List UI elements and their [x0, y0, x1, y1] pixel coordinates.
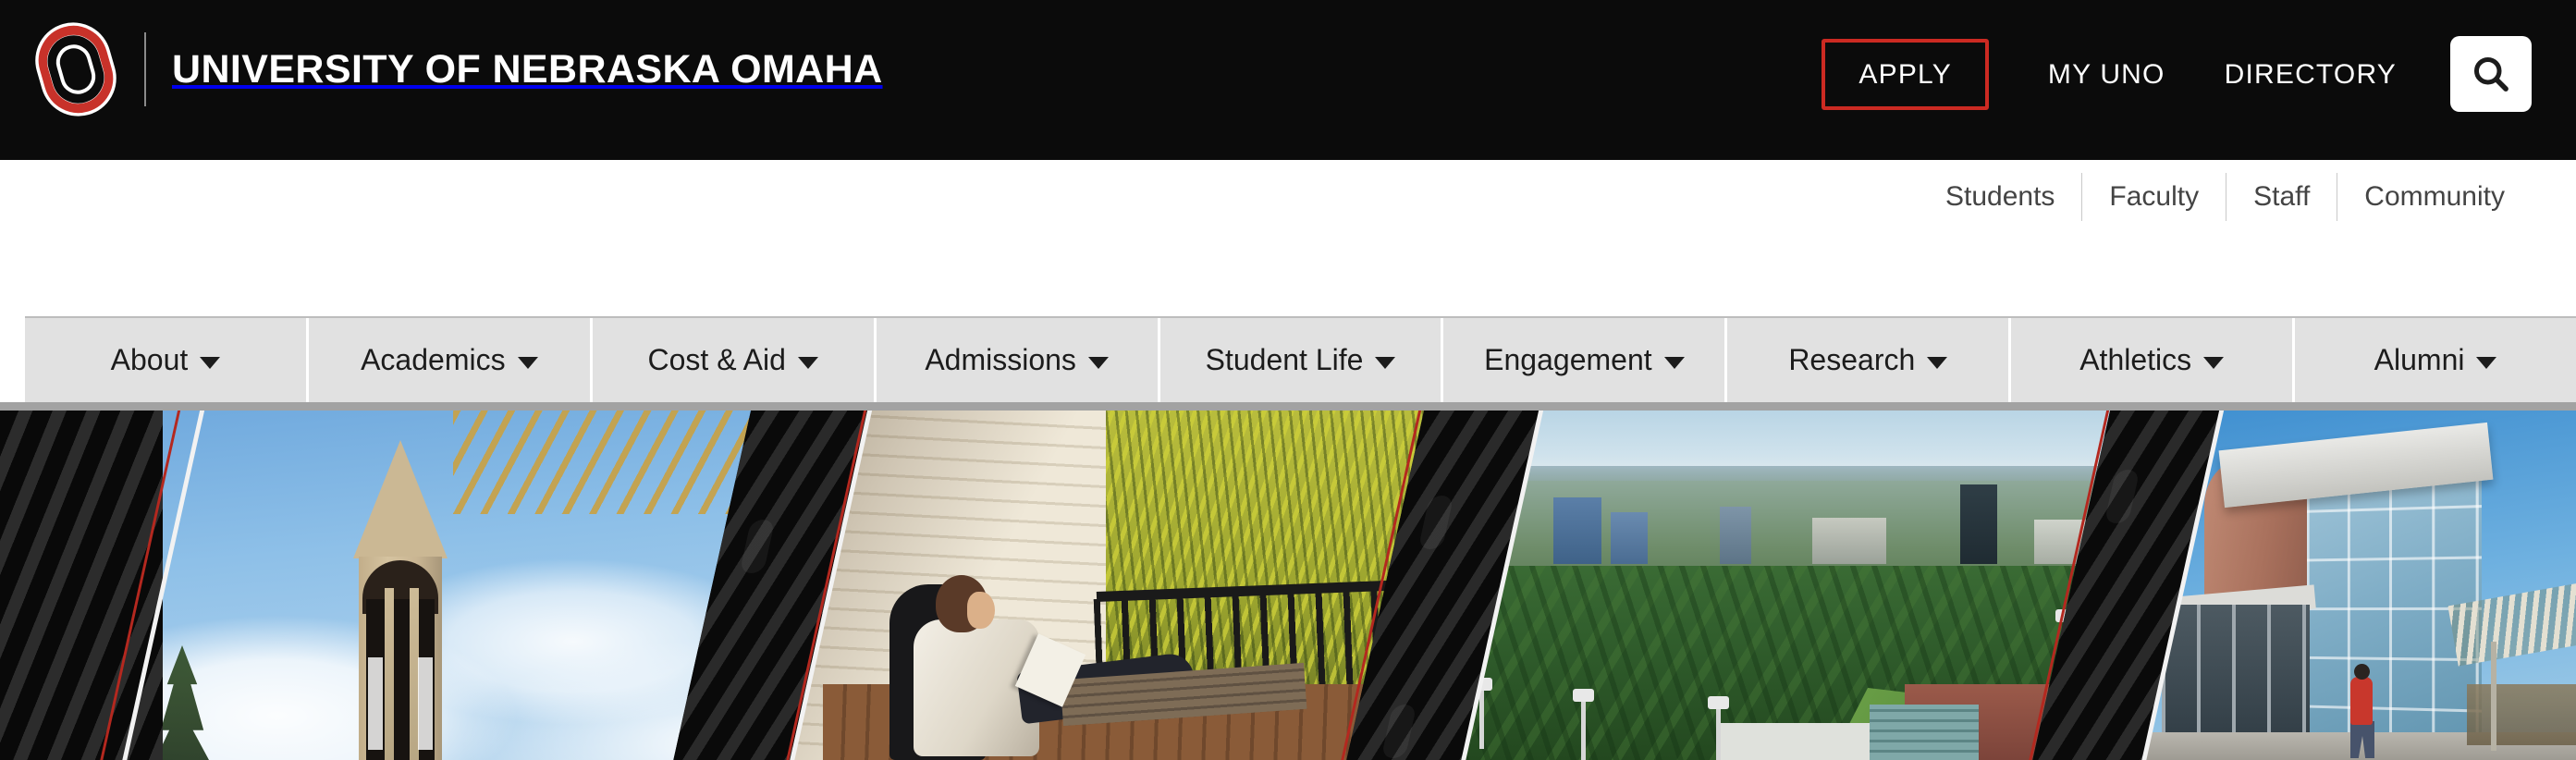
chevron-down-icon [1375, 357, 1396, 369]
audience-link-staff[interactable]: Staff [2226, 173, 2337, 221]
audience-link-faculty[interactable]: Faculty [2082, 173, 2226, 221]
chevron-down-icon [797, 357, 818, 369]
city-building [1960, 484, 1997, 564]
utility-link-directory[interactable]: DIRECTORY [2225, 39, 2397, 110]
uno-o-logo-icon [35, 22, 117, 116]
city-building [1611, 512, 1648, 564]
search-icon [2473, 56, 2509, 92]
city-building [1720, 507, 1751, 564]
nav-item-admissions[interactable]: Admissions [876, 318, 1160, 402]
nav-item-label: Admissions [925, 343, 1076, 376]
audience-link-community[interactable]: Community [2337, 173, 2532, 221]
site-header: UNIVERSITY OF NEBRASKA OMAHA APPLY MY UN… [0, 0, 2576, 160]
nav-item-label: Engagement [1484, 343, 1652, 376]
stadium-light [1573, 689, 1594, 760]
stadium-light [1471, 678, 1492, 749]
nav-item-label: Student Life [1205, 343, 1364, 376]
audience-nav: Students Faculty Staff Community [1919, 160, 2532, 234]
brand-divider [144, 32, 146, 106]
chevron-down-icon [1927, 357, 1948, 369]
audience-link-students[interactable]: Students [1919, 173, 2081, 221]
nav-item-label: Cost & Aid [647, 343, 786, 376]
nav-item-label: Research [1788, 343, 1916, 376]
chevron-down-icon [2476, 357, 2497, 369]
shrubs [2467, 684, 2576, 745]
chevron-down-icon [517, 357, 538, 369]
nav-item-athletics[interactable]: Athletics [2011, 318, 2296, 402]
nav-item-about[interactable]: About [25, 318, 309, 402]
nav-item-alumni[interactable]: Alumni [2295, 318, 2576, 402]
nav-underbar [0, 402, 2576, 411]
nav-item-cost-and-aid[interactable]: Cost & Aid [592, 318, 877, 402]
nav-item-student-life[interactable]: Student Life [1159, 318, 1444, 402]
chevron-down-icon [1087, 357, 1109, 369]
city-building [1812, 518, 1886, 564]
utility-link-my-uno[interactable]: MY UNO [2048, 39, 2165, 110]
walking-student-head [2354, 664, 2370, 680]
pergola-post [2491, 642, 2496, 751]
nav-item-academics[interactable]: Academics [308, 318, 593, 402]
student-face [967, 592, 995, 629]
main-navigation: About Academics Cost & Aid Admissions St… [25, 316, 2576, 402]
chevron-down-icon [200, 357, 221, 369]
chevron-down-icon [1663, 357, 1685, 369]
nav-item-label: Alumni [2374, 343, 2465, 376]
glass-facade-building [1870, 705, 1979, 760]
nav-item-label: Athletics [2079, 343, 2192, 376]
nav-item-label: About [110, 343, 189, 376]
site-title: UNIVERSITY OF NEBRASKA OMAHA [172, 46, 883, 92]
chevron-down-icon [2203, 357, 2225, 369]
search-button[interactable] [2450, 36, 2532, 112]
nav-item-label: Academics [361, 343, 506, 376]
site-logo-link[interactable]: UNIVERSITY OF NEBRASKA OMAHA [31, 13, 883, 126]
stadium-light [1708, 696, 1729, 760]
walking-student-body [2350, 677, 2373, 725]
bell-tower-graphic [353, 440, 448, 760]
white-rooftop [1716, 723, 1873, 760]
nav-item-engagement[interactable]: Engagement [1443, 318, 1728, 402]
apply-button[interactable]: APPLY [1822, 38, 1989, 110]
nav-item-research[interactable]: Research [1727, 318, 2012, 402]
utility-nav: APPLY MY UNO DIRECTORY [1822, 36, 2532, 112]
hero-banner [0, 411, 2576, 760]
city-building [1553, 497, 1601, 564]
